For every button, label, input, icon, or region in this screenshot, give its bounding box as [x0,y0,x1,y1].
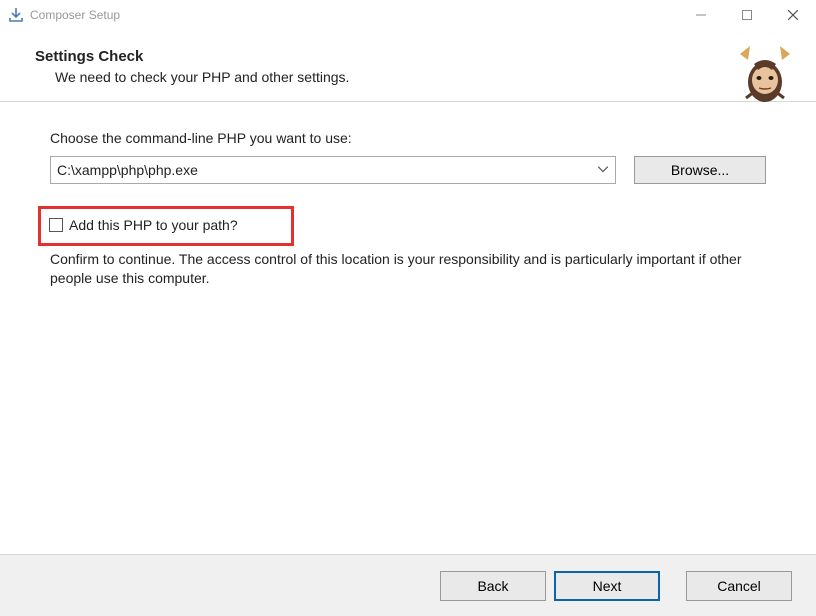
close-button[interactable] [770,0,816,30]
footer: Back Next Cancel [0,554,816,616]
php-path-value: C:\xampp\php\php.exe [57,162,198,178]
cancel-button[interactable]: Cancel [686,571,792,601]
header: Settings Check We need to check your PHP… [0,30,816,102]
add-path-highlight: Add this PHP to your path? [38,206,294,246]
php-select-row: C:\xampp\php\php.exe Browse... [50,156,766,184]
page-title: Settings Check [35,48,786,65]
composer-logo-icon [732,44,798,110]
choose-php-label: Choose the command-line PHP you want to … [50,130,766,146]
confirm-text: Confirm to continue. The access control … [50,250,766,288]
window-title: Composer Setup [30,8,120,22]
add-path-label: Add this PHP to your path? [69,217,238,233]
app-icon [8,7,24,23]
maximize-button[interactable] [724,0,770,30]
page-subtitle: We need to check your PHP and other sett… [55,69,786,85]
content-area: Choose the command-line PHP you want to … [0,102,816,288]
window-controls [678,0,816,30]
back-button[interactable]: Back [440,571,546,601]
php-path-select[interactable]: C:\xampp\php\php.exe [50,156,616,184]
next-button[interactable]: Next [554,571,660,601]
add-path-checkbox[interactable] [49,218,63,232]
browse-button[interactable]: Browse... [634,156,766,184]
minimize-button[interactable] [678,0,724,30]
